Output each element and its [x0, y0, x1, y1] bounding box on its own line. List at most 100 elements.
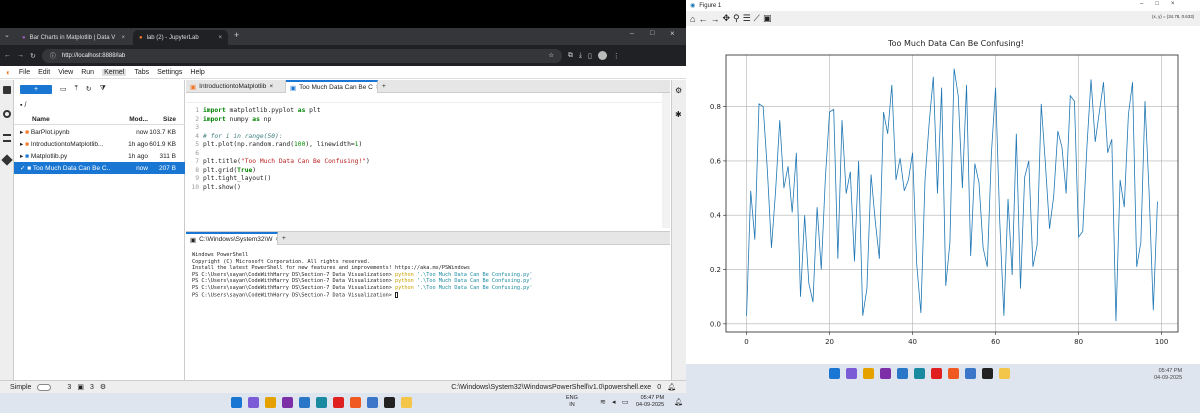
- simple-mode-toggle[interactable]: [37, 383, 52, 391]
- windows-start-icon[interactable]: [829, 368, 840, 379]
- filter-icon[interactable]: ⧩: [100, 85, 106, 93]
- menu-file[interactable]: File: [19, 69, 30, 76]
- language-indicator[interactable]: ENG IN: [566, 395, 578, 409]
- column-modified[interactable]: Mod...: [110, 116, 148, 123]
- menu-edit[interactable]: Edit: [38, 69, 50, 76]
- avatar[interactable]: [597, 51, 607, 60]
- browser-tab-1[interactable]: ● Bar Charts in Matplotlib | Data V ×: [16, 30, 131, 45]
- bookmark-star-icon[interactable]: ☆: [548, 52, 553, 59]
- close-window-icon[interactable]: ×: [1171, 1, 1175, 7]
- edge-icon[interactable]: [914, 368, 925, 379]
- battery-icon[interactable]: ▭: [622, 398, 629, 406]
- youtube-icon[interactable]: [931, 368, 942, 379]
- new-tab-button[interactable]: +: [234, 30, 239, 40]
- copilot-icon[interactable]: [248, 397, 259, 408]
- wifi-icon[interactable]: ≋: [600, 398, 606, 406]
- menu-settings[interactable]: Settings: [157, 69, 182, 76]
- vscode-icon[interactable]: [897, 368, 908, 379]
- new-folder-icon[interactable]: ▭: [60, 85, 67, 93]
- tab-python-file[interactable]: ▣ Too Much Data Can Be C ×: [286, 80, 378, 93]
- menu-run[interactable]: Run: [81, 69, 94, 76]
- windows-start-icon[interactable]: [231, 397, 242, 408]
- split-icon[interactable]: ▯: [588, 52, 592, 60]
- edit-axes-icon[interactable]: ⟋: [754, 13, 760, 24]
- site-info-icon[interactable]: ⓘ: [50, 51, 56, 60]
- app2-icon[interactable]: [965, 368, 976, 379]
- file-row[interactable]: ▸ ■ Matplotlib.py 1h ago 311 B: [14, 150, 185, 162]
- column-size[interactable]: Size: [148, 116, 180, 123]
- extensions-icon[interactable]: [1, 154, 13, 166]
- app-icon[interactable]: [282, 397, 293, 408]
- upload-icon[interactable]: ⤒: [75, 85, 78, 93]
- file-explorer-icon[interactable]: [265, 397, 276, 408]
- figure-canvas[interactable]: Too Much Data Can Be Confusing! 0 20 40 60 8…: [686, 26, 1200, 364]
- python-app-icon[interactable]: [999, 368, 1010, 379]
- extensions-icon[interactable]: ⧉: [568, 52, 573, 60]
- debugger-icon[interactable]: ✱: [675, 110, 682, 119]
- vscode-icon[interactable]: [299, 397, 310, 408]
- minimize-icon[interactable]: –: [630, 30, 634, 37]
- terminal-app-icon[interactable]: [982, 368, 993, 379]
- close-window-icon[interactable]: ×: [670, 29, 675, 38]
- browser-tab-2[interactable]: ● lab (2) - JupyterLab ×: [133, 30, 228, 45]
- menu-dots-icon[interactable]: ⋮: [613, 52, 620, 60]
- youtube-icon[interactable]: [333, 397, 344, 408]
- file-row[interactable]: ✓ ■ Too Much Data Can Be C... now 207 B: [14, 162, 185, 174]
- volume-icon[interactable]: ◂: [612, 398, 616, 406]
- pan-icon[interactable]: ✥: [722, 13, 730, 24]
- clock[interactable]: 05:47 PM 04-09-2025: [1154, 368, 1182, 382]
- notification-icon[interactable]: 🔔︎: [674, 398, 683, 406]
- editor-scrollbar[interactable]: [662, 93, 670, 228]
- terminal-output[interactable]: Windows PowerShell Copyright (C) Microsof…: [192, 252, 662, 299]
- toc-icon[interactable]: [3, 134, 11, 142]
- clock[interactable]: 05:47 PM 04-09-2025: [636, 395, 664, 409]
- zoom-icon[interactable]: ⚲: [733, 13, 740, 24]
- code-editor[interactable]: 1 import matplotlib.pyplot as plt 2 import …: [191, 107, 651, 192]
- reload-icon[interactable]: ↻: [30, 52, 36, 60]
- back-icon[interactable]: ←: [4, 52, 11, 59]
- bell-icon[interactable]: 🔔︎: [667, 383, 676, 391]
- file-row[interactable]: ▸ ■ BarPlot.ipynb now 103.7 KB: [14, 126, 185, 138]
- tab-list-chevron-icon[interactable]: ⌄: [4, 31, 10, 39]
- breadcrumb[interactable]: ▪ /: [20, 102, 26, 109]
- close-icon[interactable]: ×: [218, 35, 222, 41]
- address-bar[interactable]: ⓘ http://localhost:8888/lab ☆: [41, 48, 562, 63]
- file-row[interactable]: ▸ ■ IntroductiontoMatplotlib... 1h ago 601…: [14, 138, 185, 150]
- copilot-icon[interactable]: [846, 368, 857, 379]
- home-icon[interactable]: ⌂: [690, 14, 695, 24]
- column-name[interactable]: Name: [14, 116, 110, 123]
- python-app-icon[interactable]: [401, 397, 412, 408]
- subplots-icon[interactable]: ☰: [743, 13, 751, 24]
- app-icon[interactable]: [880, 368, 891, 379]
- download-icon[interactable]: ⤓: [579, 52, 582, 60]
- new-launcher-button[interactable]: +: [20, 84, 52, 94]
- brave-icon[interactable]: [350, 397, 361, 408]
- file-explorer-icon[interactable]: [863, 368, 874, 379]
- terminal-app-icon[interactable]: [384, 397, 395, 408]
- forward-icon[interactable]: →: [710, 14, 719, 24]
- app2-icon[interactable]: [367, 397, 378, 408]
- brave-icon[interactable]: [948, 368, 959, 379]
- add-tab-button[interactable]: +: [278, 232, 290, 245]
- close-icon[interactable]: ×: [121, 35, 125, 41]
- property-inspector-icon[interactable]: ⚙: [675, 86, 682, 95]
- back-icon[interactable]: ←: [698, 14, 707, 24]
- save-icon[interactable]: ▣: [763, 13, 772, 24]
- menu-kernel[interactable]: Kernel: [102, 68, 127, 76]
- tab-terminal-label: C:\Windows\System32\W: [199, 236, 273, 243]
- maximize-icon[interactable]: □: [650, 30, 654, 37]
- edge-icon[interactable]: [316, 397, 327, 408]
- tab-terminal[interactable]: ▣ C:\Windows\System32\W ×: [186, 232, 278, 245]
- minimize-icon[interactable]: –: [1140, 1, 1143, 7]
- add-tab-button[interactable]: +: [378, 80, 390, 93]
- menu-view[interactable]: View: [58, 69, 73, 76]
- refresh-icon[interactable]: ↻: [86, 85, 92, 93]
- close-icon[interactable]: ×: [269, 83, 273, 90]
- folder-icon[interactable]: [3, 86, 11, 94]
- tab-notebook[interactable]: ▣ IntroductiontoMatplotlib ×: [186, 80, 286, 93]
- forward-icon[interactable]: →: [17, 52, 24, 59]
- menu-help[interactable]: Help: [190, 69, 204, 76]
- maximize-icon[interactable]: □: [1155, 1, 1159, 7]
- menu-tabs[interactable]: Tabs: [134, 69, 149, 76]
- running-icon[interactable]: [3, 110, 11, 118]
